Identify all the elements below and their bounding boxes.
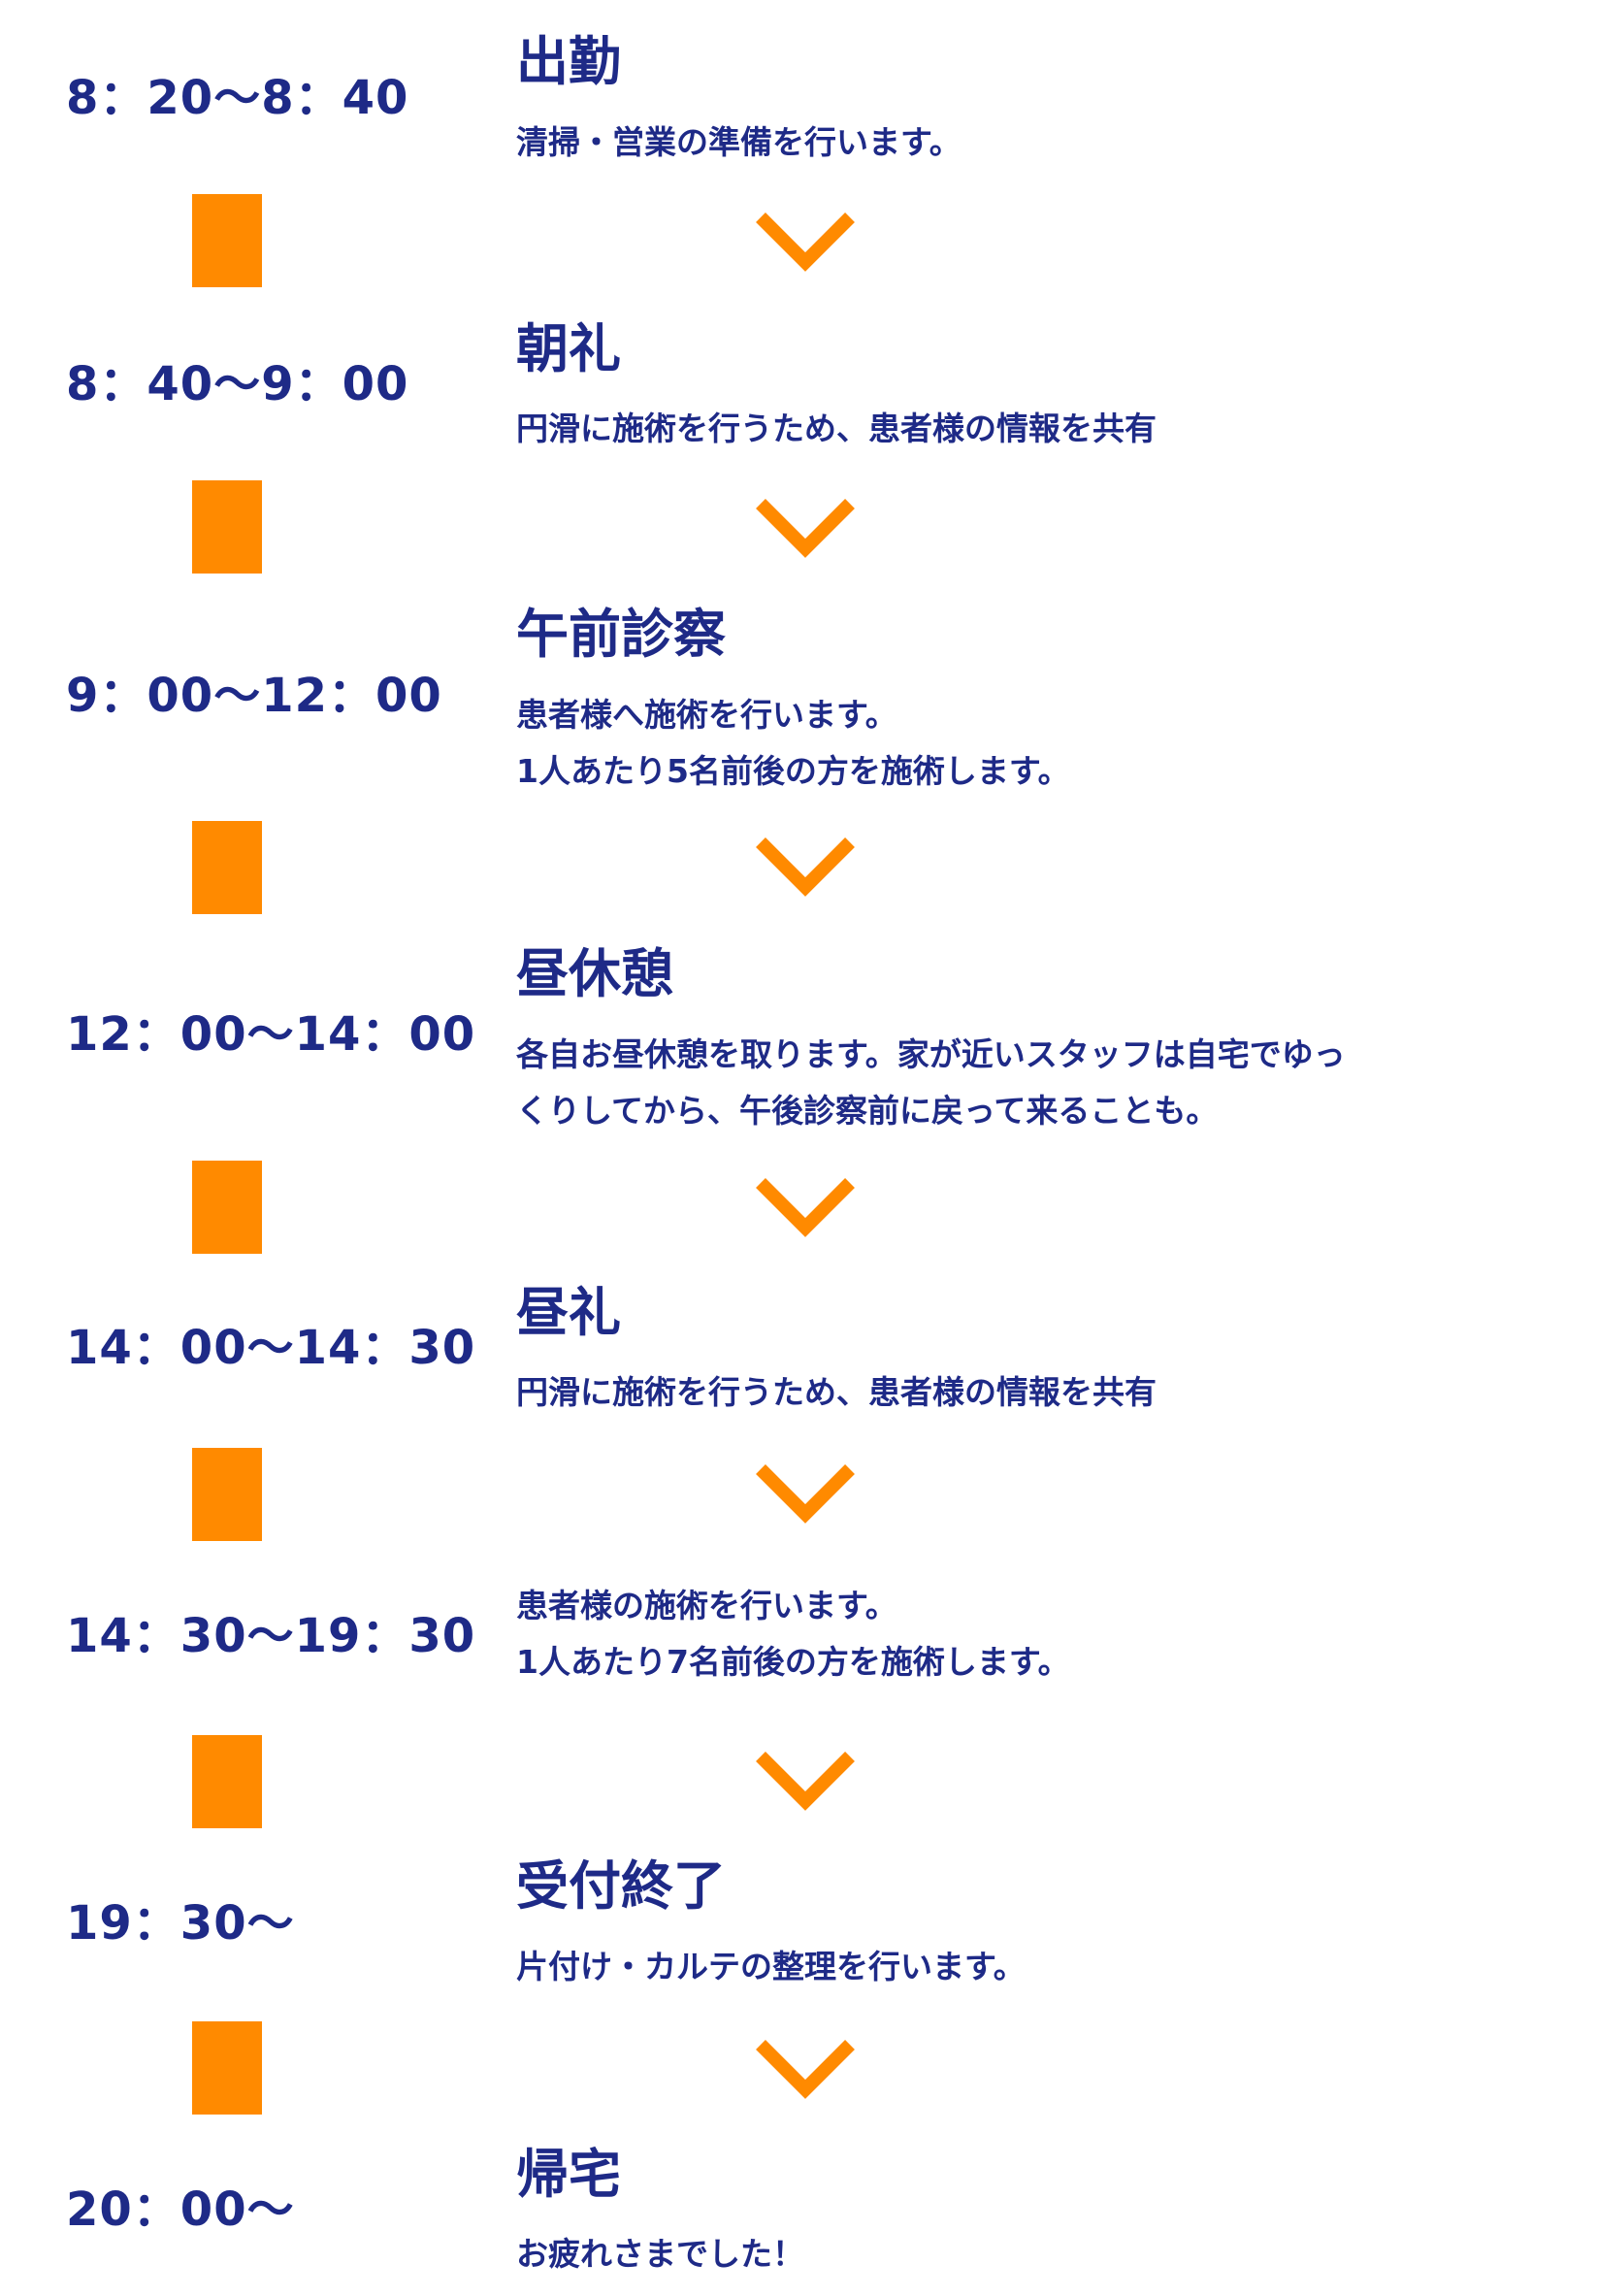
timeline-connector-bar: [192, 480, 262, 574]
step-time: 9：00〜12：00: [66, 669, 442, 723]
step-time: 14：30〜19：30: [66, 1609, 476, 1663]
step-time: 14：00〜14：30: [66, 1321, 476, 1375]
step-title: 朝礼: [516, 318, 621, 379]
step-description-line: 清掃・営業の準備を行います。: [516, 123, 961, 161]
step-title: 午前診察: [516, 604, 726, 665]
timeline-connector-bar: [192, 2021, 262, 2115]
timeline-connector-bar: [192, 1448, 262, 1541]
step-description-line: 各自お昼休憩を取ります。家が近いスタッフは自宅でゆっ: [516, 1035, 1346, 1073]
step-description-line: 片付け・カルテの整理を行います。: [516, 1948, 1026, 1985]
step-title: 出勤: [516, 31, 621, 92]
step-description-line: 円滑に施術を行うため、患者様の情報を共有: [516, 410, 1157, 447]
chevron-down-icon: [755, 498, 856, 560]
step-time: 12：00〜14：00: [66, 1007, 476, 1062]
step-description-line: 1人あたり7名前後の方を施術します。: [516, 1643, 1070, 1681]
step-description-line: お疲れさまでした！: [516, 2235, 804, 2273]
step-description-line: 患者様へ施術を行います。: [516, 696, 897, 734]
step-description-line: 円滑に施術を行うため、患者様の情報を共有: [516, 1373, 1157, 1411]
step-time: 20：00〜: [66, 2182, 295, 2237]
step-title: 昼礼: [516, 1282, 621, 1343]
timeline-connector-bar: [192, 1735, 262, 1828]
timeline-connector-bar: [192, 821, 262, 914]
step-time: 8：20〜8：40: [66, 71, 409, 125]
step-description-line: 患者様の施術を行います。: [516, 1587, 897, 1624]
step-description-line: 1人あたり5名前後の方を施術します。: [516, 752, 1070, 790]
chevron-down-icon: [755, 2039, 856, 2101]
step-time: 8：40〜9：00: [66, 357, 409, 411]
chevron-down-icon: [755, 836, 856, 899]
step-title: 帰宅: [516, 2144, 621, 2205]
chevron-down-icon: [755, 1463, 856, 1525]
timeline-connector-bar: [192, 1161, 262, 1254]
step-title: 受付終了: [516, 1855, 726, 1917]
chevron-down-icon: [755, 1177, 856, 1239]
chevron-down-icon: [755, 212, 856, 274]
step-time: 19：30〜: [66, 1896, 295, 1951]
timeline-connector-bar: [192, 194, 262, 287]
step-description-line: くりしてから、午後診察前に戻って来ることも。: [516, 1092, 1219, 1130]
step-title: 昼休憩: [516, 943, 673, 1004]
chevron-down-icon: [755, 1751, 856, 1813]
